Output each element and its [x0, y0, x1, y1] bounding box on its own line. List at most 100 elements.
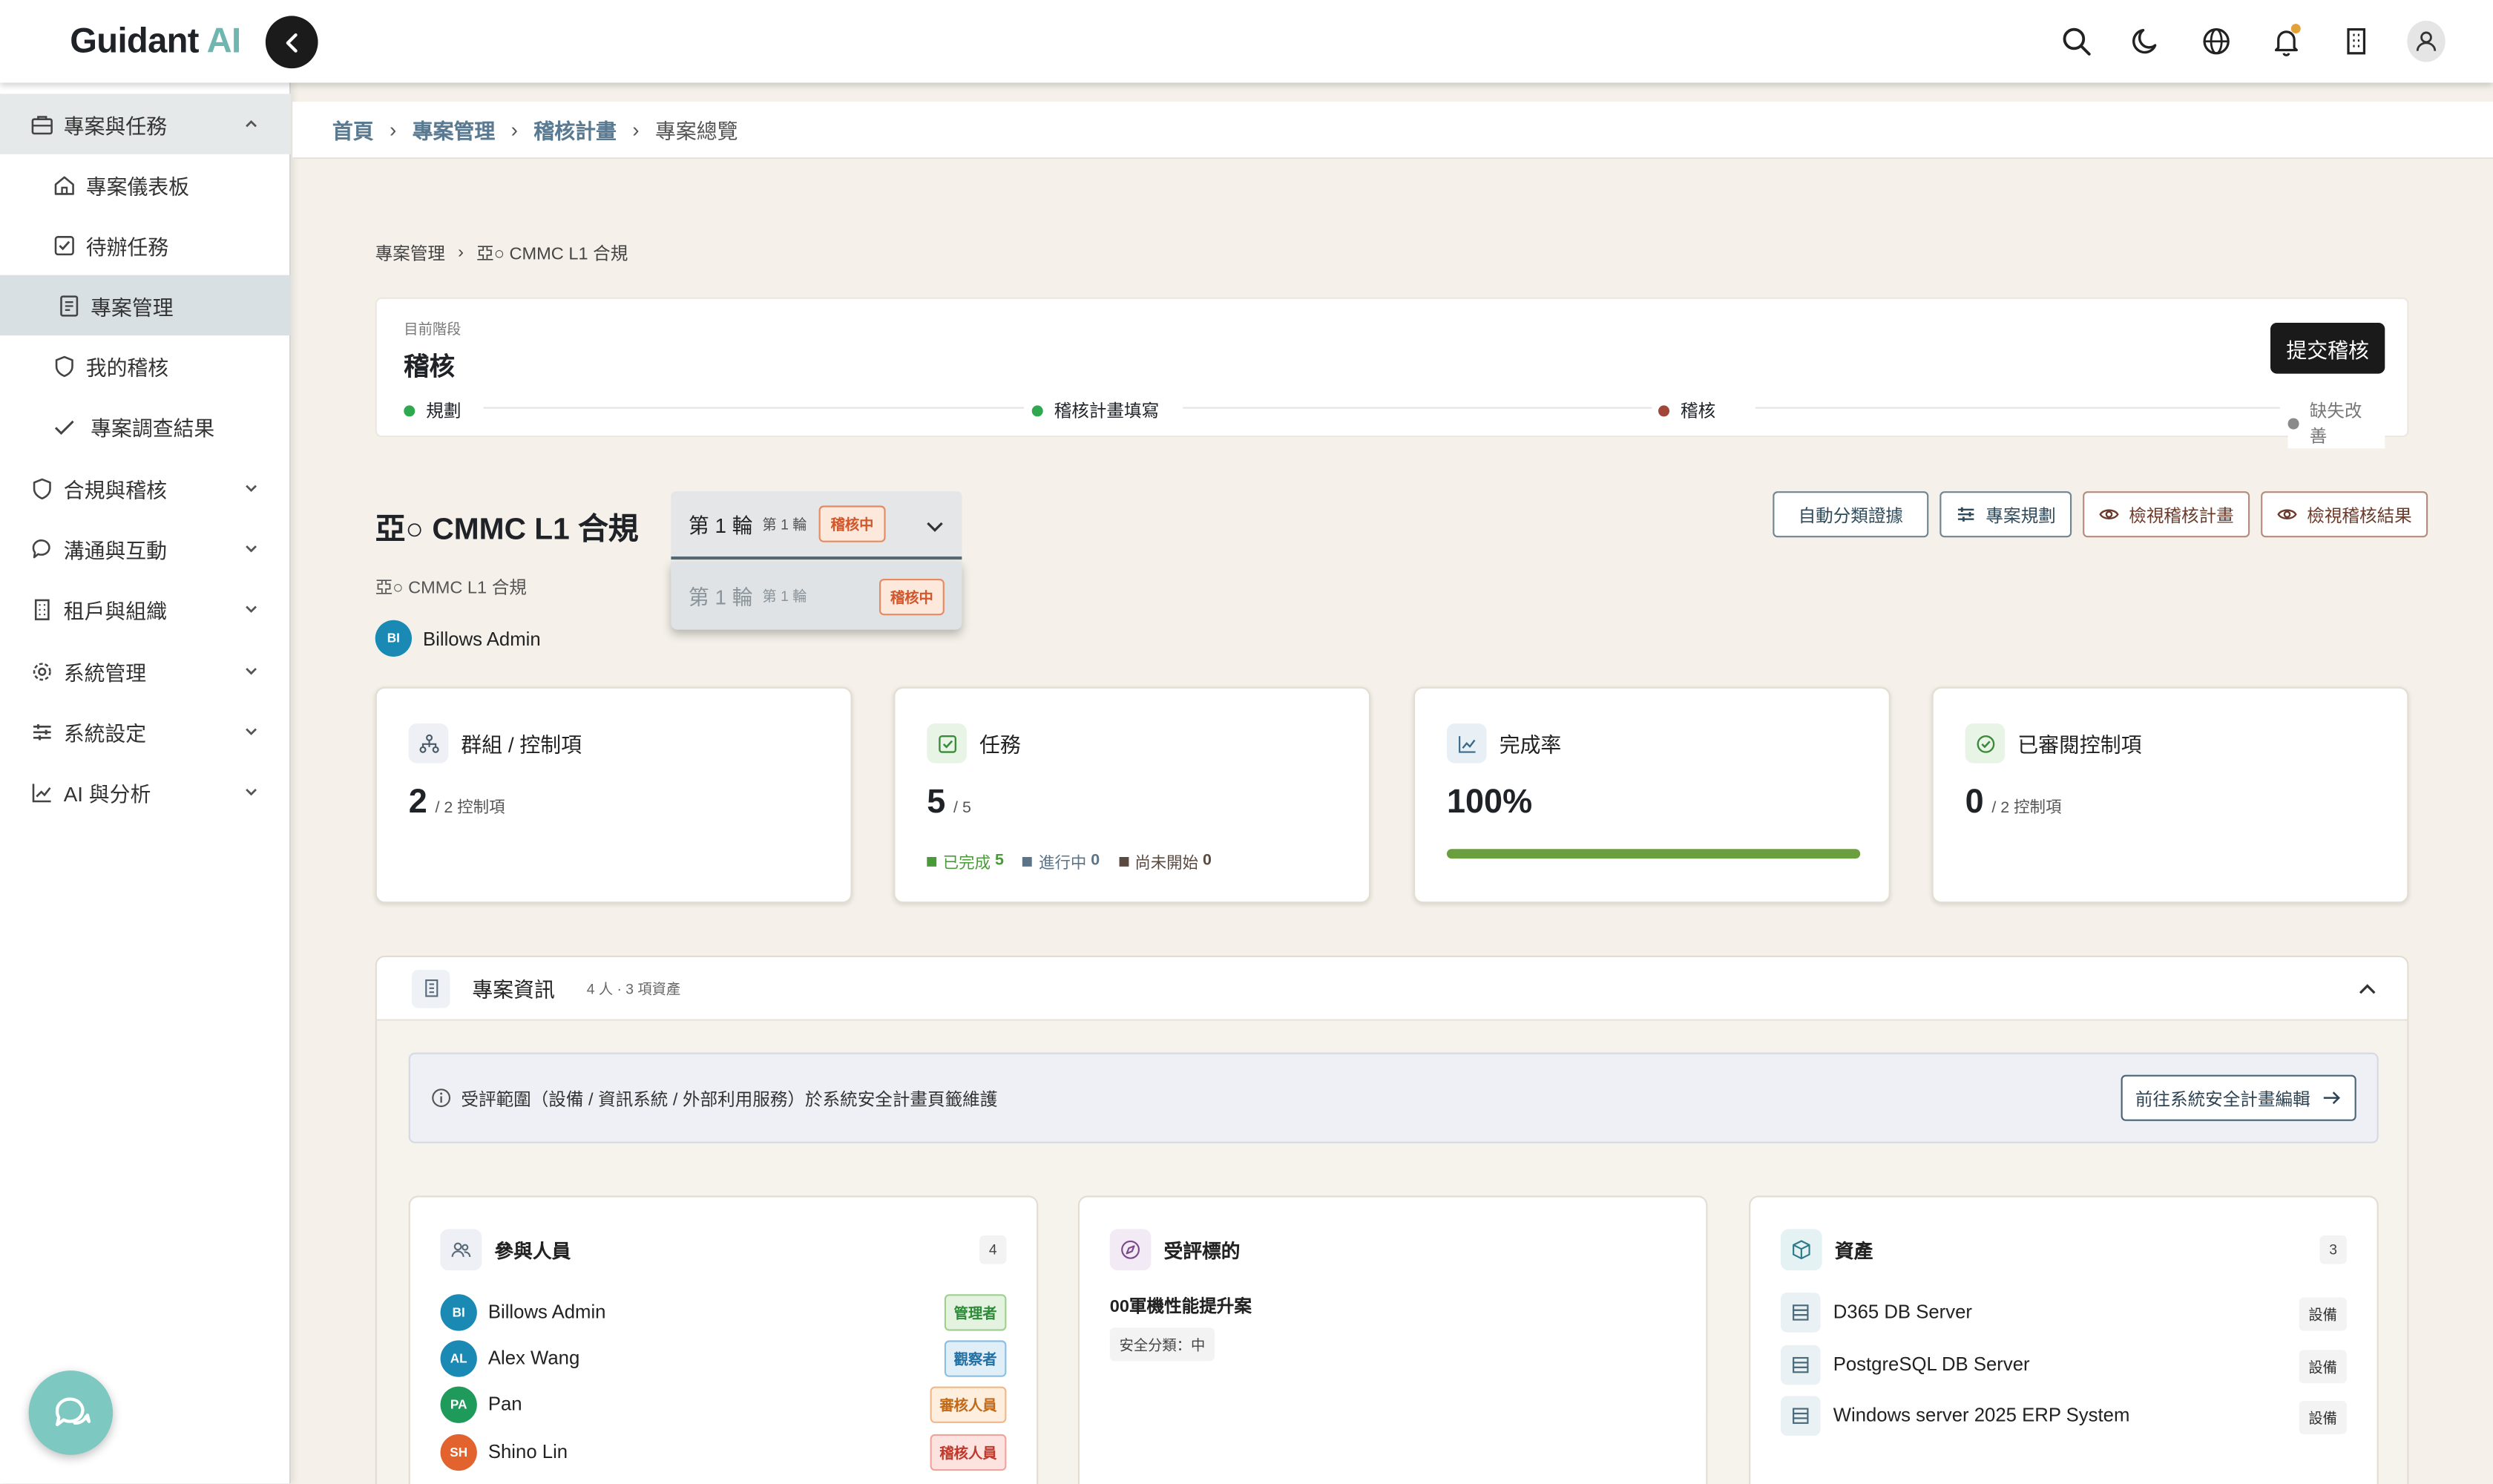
button-label: 前往系統安全計畫編輯: [2135, 1089, 2310, 1109]
check-circle-icon: [1965, 723, 2006, 764]
target-name: 00軍機性能提升案: [1109, 1297, 1252, 1317]
person-name: Billows Admin: [487, 1300, 606, 1323]
asset-type-tag: 設備: [2299, 1297, 2347, 1331]
option-sub-label: 第 1 輪: [762, 588, 807, 605]
card-title: 參與人員: [494, 1239, 571, 1262]
step-dot: [404, 404, 416, 416]
chevron-down-icon: [924, 515, 946, 545]
option-main-label: 第 1 輪: [688, 585, 753, 609]
brand-logo[interactable]: Guidant AI: [70, 20, 242, 62]
sidebar-group-ai-analytics[interactable]: AI 與分析: [0, 761, 291, 821]
theme-toggle-button[interactable]: [2127, 22, 2165, 60]
count-badge: 3: [2319, 1235, 2347, 1264]
user-menu-button[interactable]: [2407, 20, 2446, 62]
stat-value: 2 / 2 控制項: [409, 784, 505, 821]
submit-audit-button[interactable]: 提交稽核: [2270, 323, 2385, 374]
step-connector: [1755, 407, 2280, 409]
chevron-down-icon: [243, 660, 259, 683]
role-badge: 觀察者: [944, 1340, 1007, 1377]
project-info-header[interactable]: 專案資訊 4 人 · 3 項資產: [376, 957, 2408, 1021]
section-meta: 4 人 · 3 項資產: [586, 981, 681, 997]
trend-icon: [1446, 723, 1487, 764]
completion-progress-bar: [1446, 849, 1861, 859]
stage-label: 目前階段: [404, 321, 462, 338]
role-badge: 審核人員: [930, 1386, 1007, 1423]
cube-icon: [1781, 1229, 1822, 1271]
list-item[interactable]: BI Billows Admin 管理者: [440, 1293, 1007, 1331]
sidebar-group-label: 租戶與組織: [63, 598, 168, 623]
sidebar-item-my-audits[interactable]: 我的稽核: [0, 335, 291, 395]
sidebar-item-todo[interactable]: 待辦任務: [0, 214, 291, 275]
count-badge: 4: [979, 1235, 1007, 1264]
view-audit-plan-button[interactable]: 檢視稽核計畫: [2083, 491, 2250, 538]
search-button[interactable]: [2057, 22, 2095, 60]
view-audit-results-button[interactable]: 檢視稽核結果: [2261, 491, 2428, 538]
language-button[interactable]: [2197, 22, 2235, 60]
sidebar-collapse-button[interactable]: [265, 16, 318, 69]
stage-card: 目前階段 稽核 提交稽核 規劃 稽核計畫填寫 稽核 缺失改善: [375, 297, 2409, 449]
step-audit: 稽核: [1658, 397, 1725, 423]
list-item[interactable]: AL Alex Wang 觀察者: [440, 1339, 1007, 1377]
step-label: 規劃: [426, 402, 462, 421]
round-dropdown-option[interactable]: 第 1 輪 第 1 輪 稽核中: [671, 561, 962, 630]
sidebar-group-compliance[interactable]: 合規與稽核: [0, 458, 291, 518]
sidebar-group-label: AI 與分析: [63, 781, 151, 806]
organization-button[interactable]: [2337, 22, 2375, 60]
breadcrumb: 首頁 › 專案管理 › 稽核計畫 › 專案總覽: [292, 102, 2493, 160]
users-icon: [440, 1229, 482, 1271]
sidebar-group-system-settings[interactable]: 系統設定: [0, 701, 291, 761]
status-badge: 稽核中: [878, 579, 945, 616]
stat-title: 已審閱控制項: [2017, 732, 2142, 757]
step-label: 稽核: [1681, 402, 1716, 421]
round-select[interactable]: 第 1 輪 第 1 輪 稽核中: [671, 491, 962, 560]
auto-classify-button[interactable]: 自動分類證據: [1773, 491, 1929, 538]
go-to-ssp-button[interactable]: 前往系統安全計畫編輯: [2121, 1074, 2356, 1121]
sidebar-group-label: 合規與稽核: [63, 477, 168, 502]
user-avatar: [2407, 20, 2446, 62]
list-item[interactable]: PostgreSQL DB Server 設備: [1781, 1344, 2347, 1385]
task-legend: 已完成 5 進行中 0 尚未開始 0: [927, 849, 1212, 873]
scope-notice: 受評範圍（設備 / 資訊系統 / 外部利用服務）於系統安全計畫頁籤維護 前往系統…: [408, 1052, 2379, 1143]
notifications-button[interactable]: [2267, 22, 2305, 60]
building-icon: [29, 597, 54, 622]
chevron-up-icon[interactable]: [2356, 978, 2379, 1008]
brand-suffix: AI: [206, 20, 242, 61]
chart-icon: [29, 779, 54, 804]
notification-dot: [2290, 24, 2301, 33]
list-item[interactable]: PA Pan 審核人員: [440, 1385, 1007, 1423]
sidebar-group-system-admin[interactable]: 系統管理: [0, 641, 291, 701]
role-badge: 管理者: [944, 1294, 1007, 1331]
stat-card-tasks: 任務 5 / 5 已完成 5 進行中 0 尚未開始 0: [893, 686, 1371, 904]
list-item[interactable]: D365 DB Server 設備: [1781, 1292, 2347, 1332]
breadcrumb-project-management[interactable]: 專案管理: [413, 114, 495, 145]
stat-value: 100%: [1447, 784, 1532, 821]
sidebar-item-dashboard[interactable]: 專案儀表板: [0, 154, 291, 214]
legend-value: 0: [1203, 852, 1212, 870]
sidebar-group-projects[interactable]: 專案與任務: [0, 93, 292, 154]
sub-breadcrumb-parent[interactable]: 專案管理: [375, 240, 445, 266]
step-dot: [1658, 404, 1669, 416]
sidebar-item-label: 專案儀表板: [85, 174, 190, 198]
chat-assistant-button[interactable]: [28, 1370, 114, 1455]
project-planning-button[interactable]: 專案規劃: [1939, 491, 2072, 538]
list-item[interactable]: Windows server 2025 ERP System 設備: [1781, 1395, 2347, 1435]
search-icon: [2063, 27, 2091, 56]
round-main-label: 第 1 輪: [688, 513, 753, 538]
role-badge: 稽核人員: [930, 1434, 1007, 1471]
sidebar-item-project-management[interactable]: 專案管理: [0, 275, 292, 336]
stat-card-controls: 群組 / 控制項 2 / 2 控制項: [375, 686, 853, 904]
sliders-icon: [1956, 504, 1977, 525]
stat-value: 0 / 2 控制項: [1965, 784, 2062, 821]
breadcrumb-audit-plan[interactable]: 稽核計畫: [533, 114, 616, 145]
breadcrumb-home[interactable]: 首頁: [332, 114, 374, 145]
list-item[interactable]: SH Shino Lin 稽核人員: [440, 1433, 1007, 1471]
stat-card-reviewed: 已審閱控制項 0 / 2 控制項: [1931, 686, 2409, 904]
checkbox-icon: [927, 723, 967, 764]
sidebar-item-survey-results[interactable]: 專案調查結果: [0, 396, 291, 456]
avatar: BI: [440, 1293, 477, 1330]
sidebar-group-communication[interactable]: 溝通與互動: [0, 519, 291, 579]
check-icon: [51, 413, 76, 439]
legend-value: 5: [994, 852, 1004, 870]
stat-number: 100%: [1446, 784, 1533, 821]
sidebar-group-tenants[interactable]: 租戶與組織: [0, 579, 291, 639]
